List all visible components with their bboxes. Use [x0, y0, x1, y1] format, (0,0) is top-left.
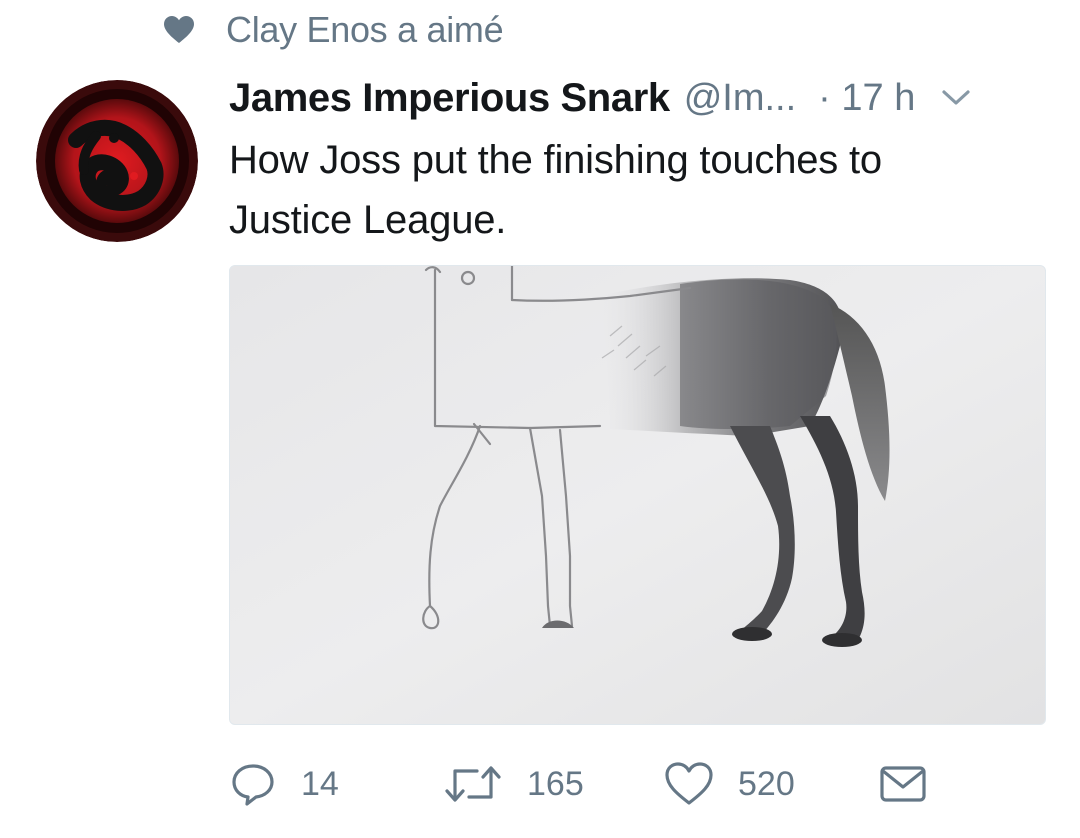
like-count: 520 [738, 764, 795, 803]
direct-message-button[interactable] [878, 763, 928, 805]
direct-message-icon [878, 763, 928, 805]
social-context: Clay Enos a aimé [162, 8, 504, 52]
social-context-text[interactable]: Clay Enos a aimé [226, 9, 504, 51]
avatar[interactable] [36, 80, 198, 242]
tweet-text-line: How Joss put the finishing touches to [229, 138, 882, 182]
tweet-header: James Imperious Snark @Im... · 17 h [229, 70, 1050, 126]
author-handle[interactable]: @Im... [684, 77, 796, 120]
tweet-text: How Joss put the finishing touches to Ju… [229, 130, 1029, 250]
tweet-media[interactable] [229, 265, 1046, 725]
tweet-timestamp[interactable]: · 17 h [818, 77, 915, 120]
chevron-down-icon[interactable] [941, 88, 971, 108]
like-button[interactable]: 520 [664, 761, 878, 807]
reply-button[interactable]: 14 [229, 760, 443, 808]
retweet-icon [443, 763, 503, 805]
horse-drawing-image [230, 266, 1045, 724]
heart-icon [162, 14, 196, 46]
tweet-actions: 14 165 520 [229, 752, 1009, 816]
like-icon [664, 761, 714, 807]
author-name[interactable]: James Imperious Snark [229, 76, 670, 121]
retweet-button[interactable]: 165 [443, 763, 664, 805]
reply-icon [229, 760, 277, 808]
reply-count: 14 [301, 764, 339, 803]
tweet-text-line: Justice League. [229, 198, 507, 242]
retweet-count: 165 [527, 764, 584, 803]
